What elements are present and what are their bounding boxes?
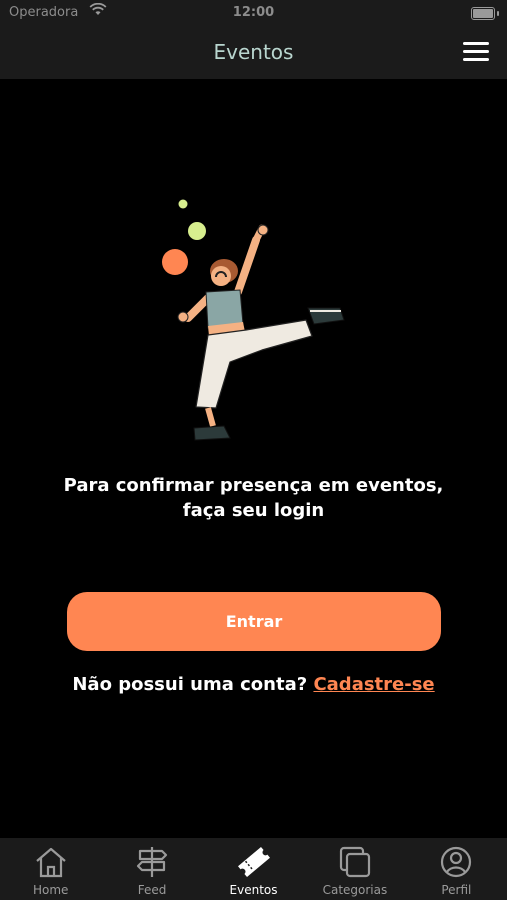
juggling-woman-illustration <box>162 199 345 441</box>
tab-home-label: Home <box>32 883 69 897</box>
navigation-bar: Eventos <box>0 28 507 79</box>
tab-feed[interactable]: Feed <box>101 838 202 900</box>
tab-perfil-label: Perfil <box>441 883 472 897</box>
tab-categorias-label: Categorias <box>322 883 388 897</box>
tab-eventos[interactable]: Eventos <box>203 838 304 900</box>
signpost-icon <box>137 847 168 877</box>
layers-icon <box>339 846 371 878</box>
enter-button[interactable]: Entrar <box>67 592 441 651</box>
hamburger-menu-icon[interactable] <box>463 42 489 62</box>
ticket-icon <box>237 846 270 878</box>
login-prompt-message: Para confirmar presença em eventos, faça… <box>40 473 467 523</box>
signup-prompt: Não possui uma conta? <box>72 674 308 695</box>
message-line-2: faça seu login <box>182 500 325 521</box>
status-bar: Operadora 12:00 <box>0 0 507 28</box>
tab-feed-label: Feed <box>137 883 167 897</box>
home-icon <box>35 847 66 878</box>
page-title: Eventos <box>213 40 294 64</box>
clock: 12:00 <box>232 5 275 20</box>
tab-categorias[interactable]: Categorias <box>304 838 405 900</box>
tab-perfil[interactable]: Perfil <box>406 838 507 900</box>
signup-link[interactable]: Cadastre-se <box>313 674 434 695</box>
battery-tip <box>497 11 499 16</box>
message-line-1: Para confirmar presença em eventos, <box>63 475 444 496</box>
tab-home[interactable]: Home <box>0 838 101 900</box>
battery-icon <box>471 7 495 20</box>
user-icon <box>441 846 472 878</box>
tab-bar: Home Feed Eventos Categorias Perfil <box>0 838 507 900</box>
tab-eventos-label: Eventos <box>229 883 278 897</box>
signup-row: Não possui uma conta? Cadastre-se <box>0 674 507 695</box>
